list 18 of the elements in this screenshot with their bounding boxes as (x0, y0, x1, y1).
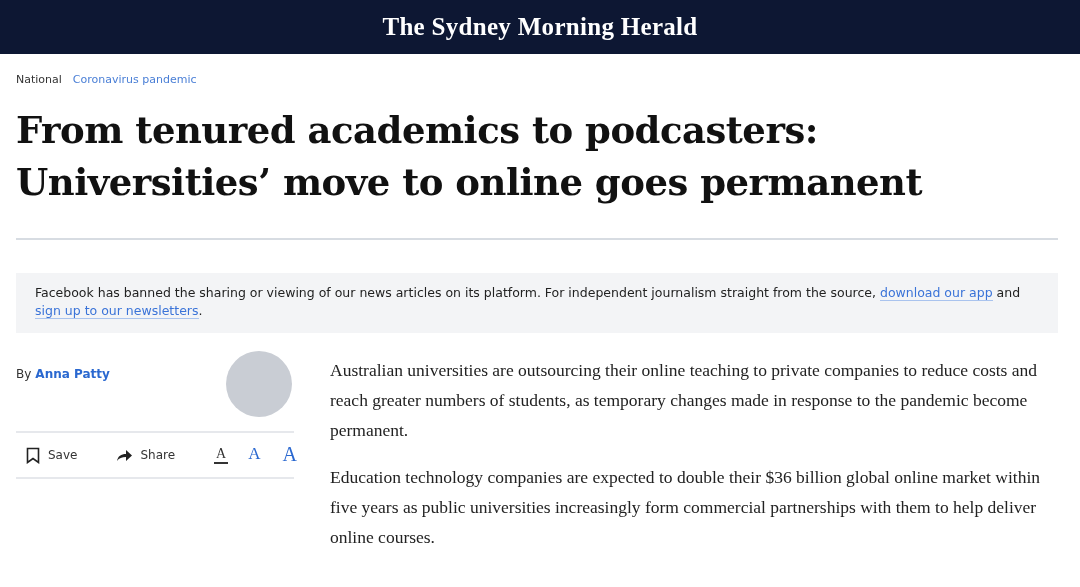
breadcrumb-link[interactable]: Coronavirus pandemic (72, 73, 197, 86)
notice-text: Facebook has banned the sharing or viewing of our news articles on its platform. For independent journalism straight from the source, download our app and sign up to our newsletters. (35, 284, 1022, 320)
bookmark-icon (26, 446, 40, 464)
byline-prefix: By (16, 367, 32, 381)
share-button[interactable]: Share (107, 444, 186, 466)
article-paragraph: Australian universities are outsourcing their online teaching to private companies to reduce costs and reach greater numbers of students, as temporary changes made in response to the pandemic become permanent. (330, 359, 1039, 442)
breadcrumb-link[interactable]: National (16, 73, 62, 86)
share-arrow-icon (117, 449, 133, 461)
font-size-button[interactable]: A (246, 443, 263, 467)
article-paragraph: Education technology companies are expected to double their $36 billion global online market within five years as public universities increasingly form commercial partnerships with them to help deliver online courses. (330, 466, 1041, 549)
download-app-link[interactable]: download our app (879, 285, 993, 301)
save-button[interactable]: Save (16, 442, 88, 468)
font-size-button[interactable]: A (280, 442, 299, 468)
masthead-logo[interactable]: The Sydney Morning Herald (382, 13, 698, 41)
author-link[interactable]: Anna Patty (35, 367, 110, 381)
headline: From tenured academics to podcasters: Universities’ move to online goes permanent (16, 107, 924, 206)
newsletter-link[interactable]: sign up to our newsletters (35, 303, 199, 319)
font-size-button[interactable]: A (214, 445, 229, 465)
